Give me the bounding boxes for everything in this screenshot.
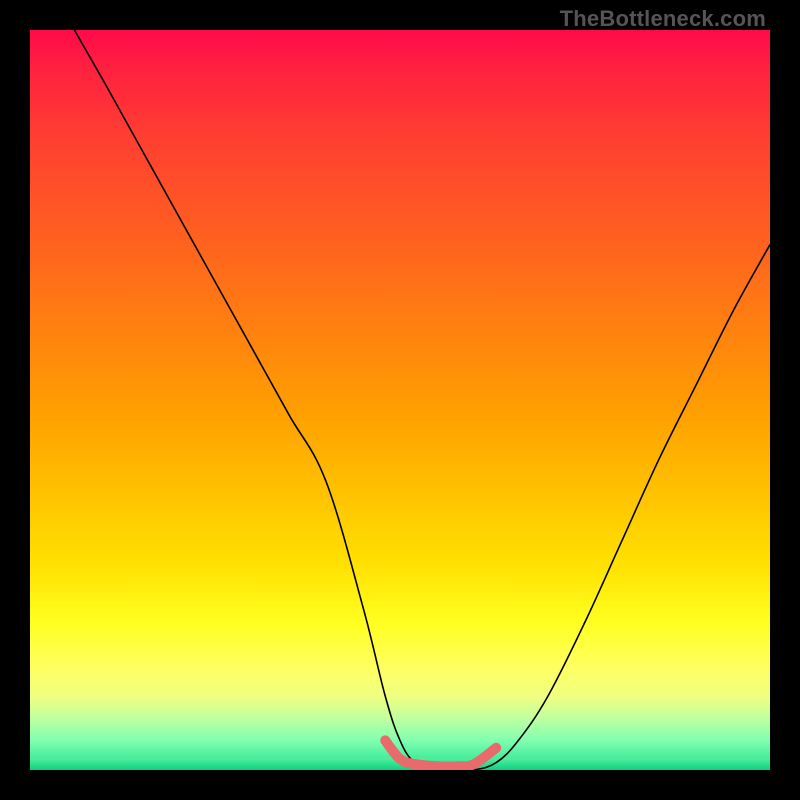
chart-svg [30,30,770,770]
bottleneck-curve [74,30,770,770]
watermark-text: TheBottleneck.com [560,6,766,32]
plot-area [30,30,770,770]
chart-container: TheBottleneck.com [0,0,800,800]
